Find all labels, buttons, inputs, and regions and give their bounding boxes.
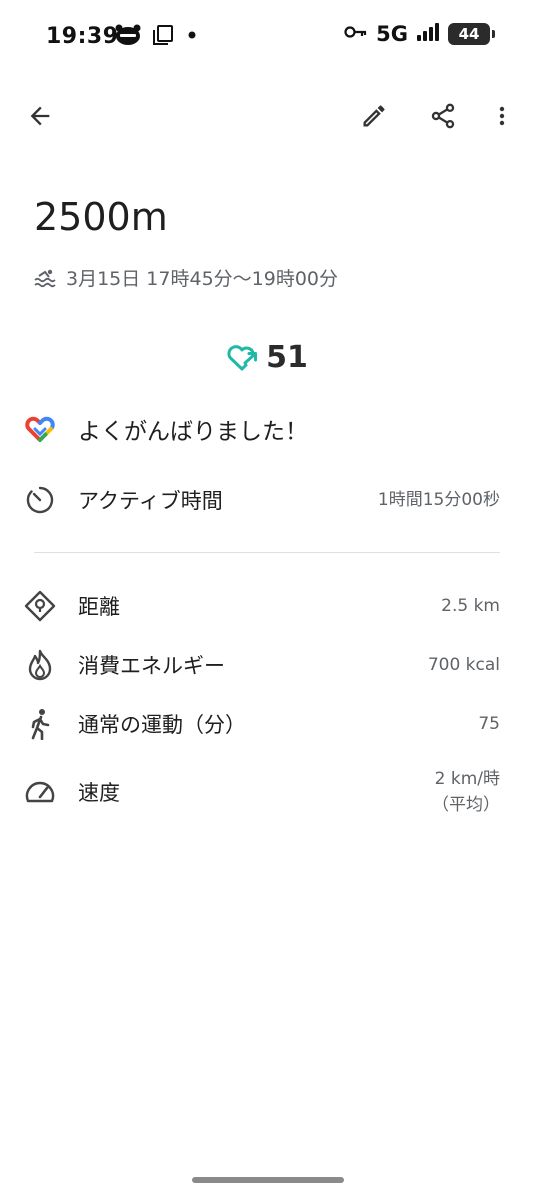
status-bar: 19:39 5G 44 — [0, 0, 534, 80]
more-options-button[interactable] — [482, 96, 522, 136]
battery-indicator: 44 — [448, 23, 495, 45]
calories-value: 700 kcal — [427, 655, 500, 675]
notification-dot-icon — [184, 27, 200, 47]
back-button[interactable] — [20, 96, 60, 136]
network-type: 5G — [376, 22, 408, 46]
encouragement-row: よくがんばりました！ — [24, 412, 500, 446]
activity-subtitle: 3月15日 17時45分〜19時00分 — [34, 264, 338, 291]
calories-label: 消費エネルギー — [78, 654, 225, 678]
timer-icon — [24, 484, 56, 516]
active-time-row: アクティブ時間 1時間15分00秒 — [24, 484, 500, 516]
vpn-key-icon — [344, 24, 368, 44]
status-time: 19:39 — [46, 24, 119, 49]
home-indicator[interactable] — [192, 1177, 344, 1183]
distance-label: 距離 — [78, 595, 120, 619]
share-button[interactable] — [423, 96, 463, 136]
notification-icons — [114, 24, 200, 50]
section-divider — [34, 552, 500, 553]
speed-value-line1: 2 km/時 — [434, 769, 500, 789]
share-icon — [431, 103, 455, 129]
swimming-icon — [34, 269, 56, 287]
activity-detail-screen: 19:39 5G 44 2500m 3月15日 17時45分〜19時00分 51… — [0, 0, 534, 1199]
top-app-bar — [0, 88, 534, 144]
heart-points-icon — [227, 344, 258, 370]
flame-icon — [24, 649, 56, 681]
activity-time-range: 3月15日 17時45分〜19時00分 — [66, 268, 339, 290]
more-vert-icon — [499, 106, 505, 126]
arrow-back-icon — [30, 106, 50, 126]
distance-row: 距離 2.5 km — [24, 590, 500, 622]
edit-button[interactable] — [354, 96, 394, 136]
active-time-value: 1時間15分00秒 — [377, 490, 500, 510]
move-minutes-row: 通常の運動（分） 75 — [24, 708, 500, 740]
heart-points-value: 51 — [266, 340, 308, 375]
copy-notification-icon — [152, 24, 174, 50]
activity-title: 2500m — [34, 195, 168, 239]
google-fit-logo-icon — [24, 413, 56, 445]
encouragement-message: よくがんばりました！ — [78, 419, 308, 445]
signal-icon — [416, 22, 440, 46]
speed-value: 2 km/時 （平均） — [432, 766, 500, 818]
active-time-label: アクティブ時間 — [78, 489, 223, 513]
move-minutes-label: 通常の運動（分） — [78, 713, 246, 737]
app-notification-icon — [114, 24, 142, 50]
pencil-icon — [363, 105, 385, 127]
heart-points: 51 — [0, 340, 534, 375]
move-minutes-value: 75 — [478, 714, 500, 734]
speed-label: 速度 — [78, 781, 120, 805]
walking-person-icon — [24, 708, 56, 740]
distance-value: 2.5 km — [441, 596, 500, 616]
speed-value-line2: （平均） — [432, 795, 500, 815]
location-diamond-icon — [24, 590, 56, 622]
calories-row: 消費エネルギー 700 kcal — [24, 649, 500, 681]
status-right-icons: 5G 44 — [344, 22, 495, 46]
speed-row: 速度 2 km/時 （平均） — [24, 766, 500, 818]
speedometer-icon — [24, 776, 56, 808]
